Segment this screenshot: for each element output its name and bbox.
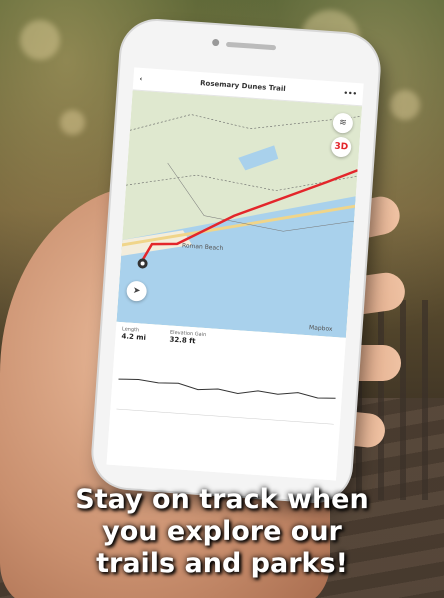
trail-title: Rosemary Dunes Trail — [199, 79, 286, 94]
smartphone: ‹ Rosemary Dunes Trail ••• ≋ 3D ➤ Roman … — [90, 18, 382, 504]
phone-screen: ‹ Rosemary Dunes Trail ••• ≋ 3D ➤ Roman … — [106, 67, 364, 481]
caption-line-1: Stay on track when — [75, 484, 369, 515]
more-dots-icon[interactable]: ••• — [343, 89, 357, 98]
caption-line-3: trails and parks! — [96, 548, 348, 579]
background-photo: ‹ Rosemary Dunes Trail ••• ≋ 3D ➤ Roman … — [0, 0, 444, 598]
chevron-left-icon[interactable]: ‹ — [139, 75, 142, 83]
map-graphic — [116, 90, 363, 338]
caption-line-2: you explore our — [102, 516, 342, 547]
trail-stats-panel: Length 4.2 mi Elevation Gain 32.8 ft — [106, 321, 346, 481]
trail-map[interactable]: ≋ 3D ➤ Roman Beach Mapbox — [116, 90, 363, 338]
elevation-stat: Elevation Gain 32.8 ft — [169, 330, 206, 346]
speaker — [225, 41, 277, 51]
length-value: 4.2 mi — [121, 332, 147, 342]
length-stat: Length 4.2 mi — [121, 326, 146, 342]
camera-icon — [211, 38, 220, 47]
elevation-profile — [116, 378, 336, 425]
